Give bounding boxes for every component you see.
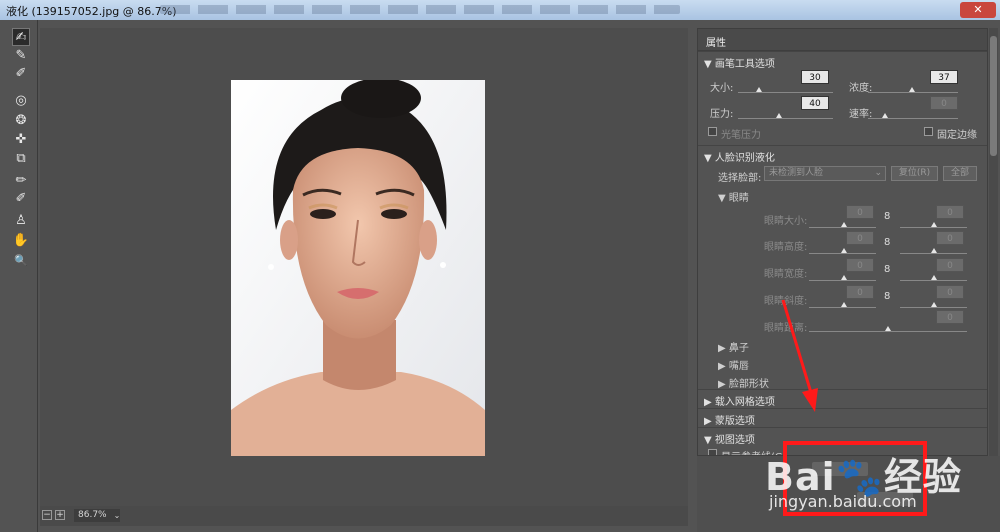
annotation-arrow-line: [781, 299, 814, 397]
annotation-arrow-head: [802, 388, 818, 412]
annotation-red-box: [783, 441, 927, 516]
